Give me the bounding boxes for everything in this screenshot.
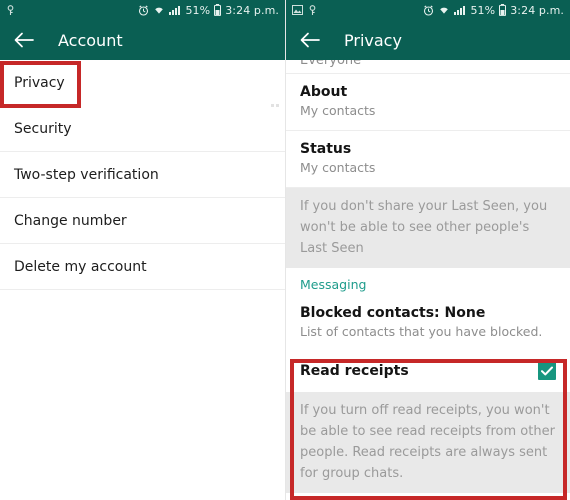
account-settings-list: Privacy Security Two-step verification C… — [0, 60, 285, 290]
list-item-label: Security — [14, 120, 72, 137]
list-item-about[interactable]: About My contacts — [286, 74, 570, 131]
list-item-label: Blocked contacts: None — [300, 305, 486, 321]
list-item-label: Delete my account — [14, 258, 147, 275]
read-receipts-label: Read receipts — [300, 363, 409, 379]
signal-icon — [169, 5, 181, 15]
list-item-change-number[interactable]: Change number — [0, 198, 285, 244]
battery-icon — [499, 4, 507, 16]
list-item-value: Everyone — [300, 60, 362, 68]
list-item-two-step-verification[interactable]: Two-step verification — [0, 152, 285, 198]
scroll-indicator[interactable] — [271, 104, 281, 108]
signal-icon — [454, 5, 466, 15]
list-item-label: About — [300, 84, 348, 100]
status-bar-right: 51% 3:24 p.m. — [286, 0, 570, 20]
battery-percent-label: 51% — [470, 3, 496, 17]
list-item-label: Change number — [14, 212, 127, 229]
list-item-value: My contacts — [300, 160, 376, 175]
left-phone-screen: 51% 3:24 p.m. Account Privacy Security T… — [0, 0, 285, 500]
battery-icon — [214, 4, 222, 16]
clock-label: 3:24 p.m. — [510, 3, 564, 17]
key-icon — [6, 4, 15, 16]
privacy-settings-list: Everyone About My contacts Status My con… — [286, 60, 570, 493]
read-receipts-checkbox[interactable] — [538, 362, 556, 380]
list-item-value: List of contacts that you have blocked. — [300, 324, 543, 339]
alarm-icon — [138, 4, 149, 16]
wifi-icon — [438, 5, 450, 15]
page-title: Account — [58, 30, 123, 50]
back-arrow-icon[interactable] — [12, 28, 36, 52]
status-bar-right-icons: 51% 3:24 p.m. — [423, 4, 564, 17]
right-phone-screen: 51% 3:24 p.m. Privacy Everyone About My … — [285, 0, 570, 500]
alarm-icon — [423, 4, 434, 16]
app-bar-left: Account — [0, 20, 285, 60]
battery-percent-label: 51% — [185, 3, 211, 17]
list-item-status[interactable]: Status My contacts — [286, 131, 570, 188]
list-item-label: Status — [300, 141, 352, 157]
back-arrow-icon[interactable] — [298, 28, 322, 52]
page-title: Privacy — [344, 30, 402, 50]
list-item-security[interactable]: Security — [0, 106, 285, 152]
list-item-value: My contacts — [300, 103, 376, 118]
list-item-read-receipts[interactable]: Read receipts — [286, 351, 570, 392]
info-text-read-receipts: If you turn off read receipts, you won't… — [286, 392, 570, 493]
list-item-label: Privacy — [14, 75, 65, 91]
app-bar-right: Privacy — [286, 20, 570, 60]
list-item-delete-my-account[interactable]: Delete my account — [0, 244, 285, 290]
section-header-messaging: Messaging — [300, 277, 367, 292]
list-item-blocked-contacts[interactable]: Blocked contacts: None List of contacts … — [286, 295, 570, 351]
key-icon — [308, 4, 317, 16]
status-bar-left-icons — [6, 4, 138, 16]
list-item-last-seen-partial[interactable]: Everyone — [286, 60, 570, 74]
status-bar-left: 51% 3:24 p.m. — [0, 0, 285, 20]
clock-label: 3:24 p.m. — [225, 3, 279, 17]
status-bar-left-icons — [292, 4, 423, 16]
status-bar-right-icons: 51% 3:24 p.m. — [138, 4, 279, 17]
dual-screenshot: 51% 3:24 p.m. Account Privacy Security T… — [0, 0, 570, 500]
wifi-icon — [153, 5, 165, 15]
list-item-label: Two-step verification — [14, 166, 159, 183]
image-icon — [292, 5, 303, 15]
list-item-privacy[interactable]: Privacy — [0, 60, 285, 106]
info-text-last-seen: If you don't share your Last Seen, you w… — [286, 188, 570, 268]
